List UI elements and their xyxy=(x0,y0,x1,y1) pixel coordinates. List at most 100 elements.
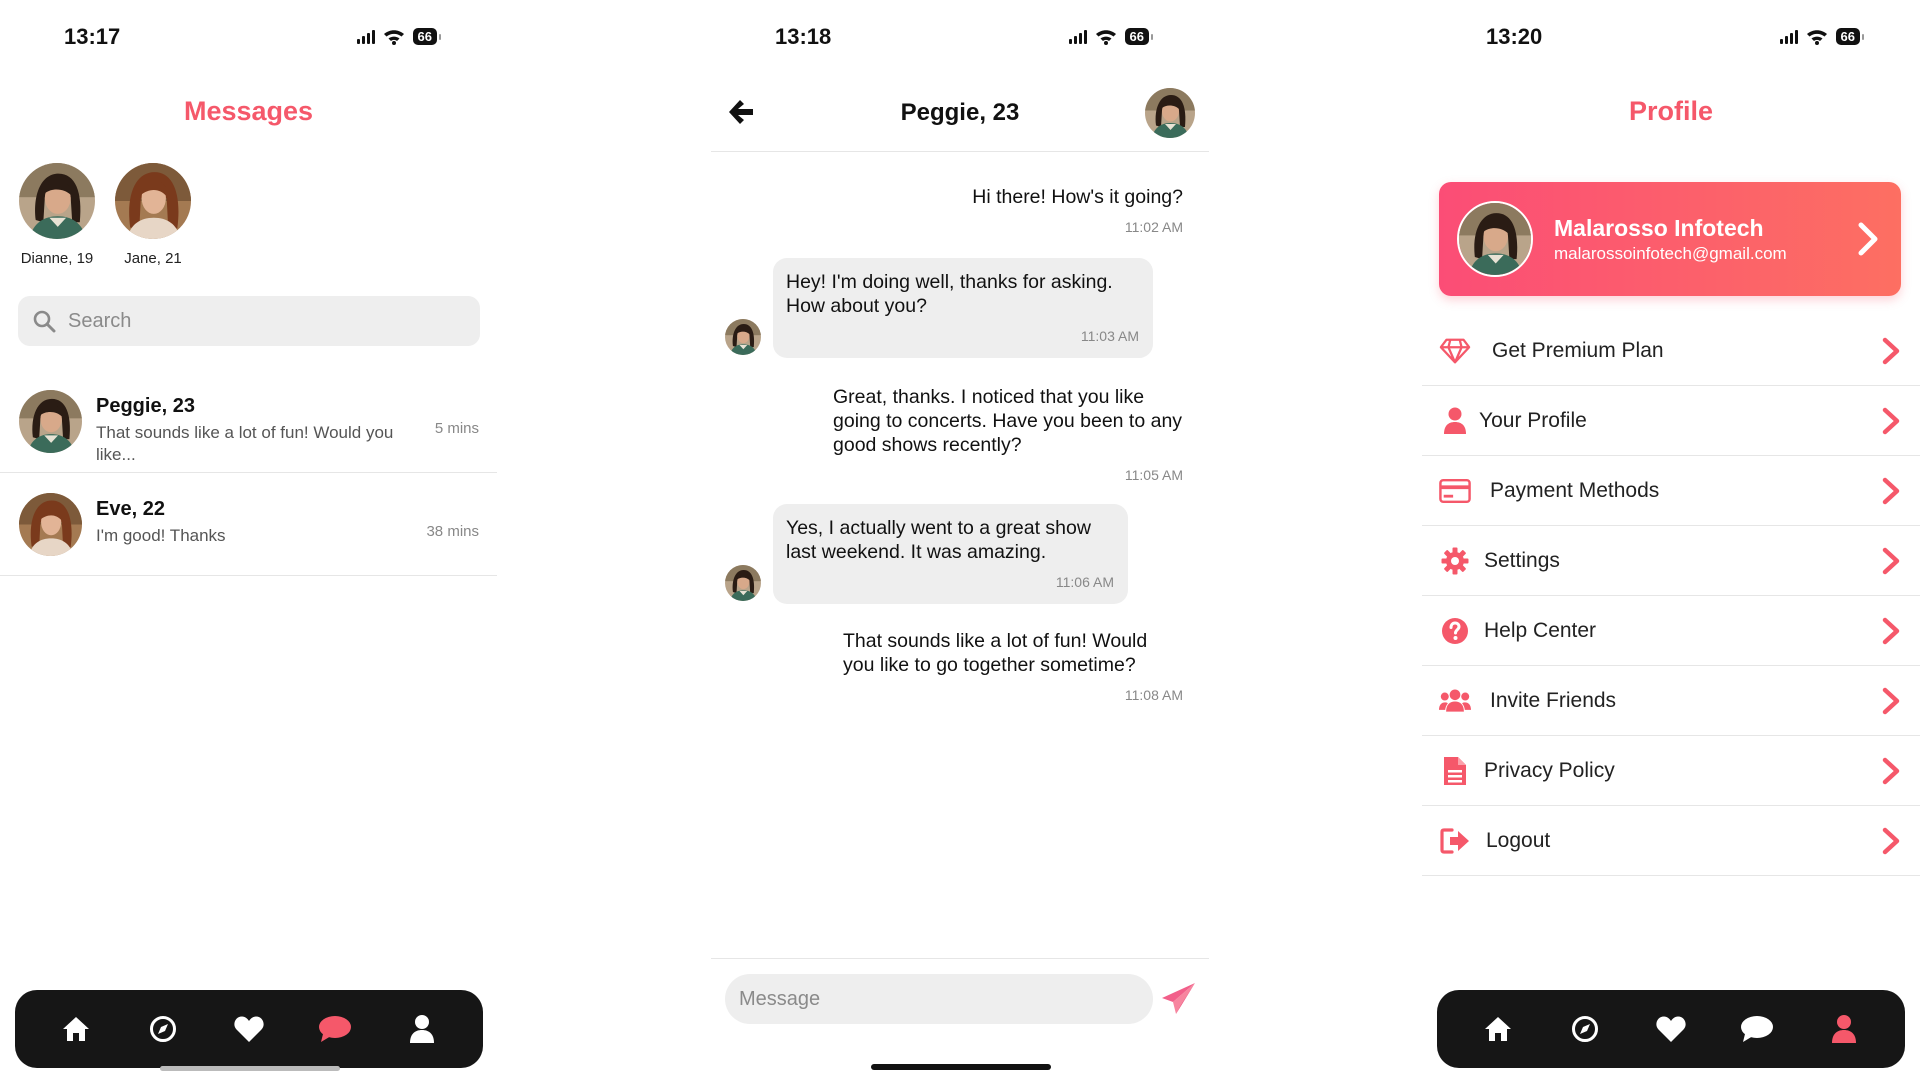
tab-explore[interactable] xyxy=(141,1007,185,1051)
story-name: Dianne, 19 xyxy=(20,250,94,267)
battery-indicator: 66 xyxy=(412,28,442,45)
chat-icon xyxy=(319,1016,352,1042)
chevron-right-icon xyxy=(1882,337,1900,365)
home-icon xyxy=(1485,1017,1512,1041)
menu-item-your-profile[interactable]: Your Profile xyxy=(1422,386,1920,456)
tab-bar xyxy=(15,990,483,1068)
chevron-right-icon xyxy=(1882,827,1900,855)
menu-item-premium[interactable]: Get Premium Plan xyxy=(1422,316,1920,386)
tab-chat[interactable] xyxy=(1735,1007,1779,1051)
user-icon xyxy=(409,1015,434,1043)
message-sent: Hi there! How's it going? 11:02 AM xyxy=(972,185,1183,239)
status-time: 13:17 xyxy=(64,24,121,49)
conversation-preview: I'm good! Thanks xyxy=(96,526,226,545)
menu-item-settings[interactable]: Settings xyxy=(1422,526,1920,596)
menu-item-label: Logout xyxy=(1486,829,1551,852)
tab-profile[interactable] xyxy=(400,1007,444,1051)
avatar[interactable] xyxy=(19,163,95,239)
battery-indicator: 66 xyxy=(1835,28,1865,45)
menu-item-invite-friends[interactable]: Invite Friends xyxy=(1422,666,1920,736)
message-time: 11:02 AM xyxy=(1124,219,1183,235)
tab-likes[interactable] xyxy=(1649,1007,1693,1051)
home-icon xyxy=(63,1017,90,1041)
menu-item-payment-methods[interactable]: Payment Methods xyxy=(1422,456,1920,526)
logout-icon xyxy=(1440,828,1469,854)
conversation-time: 5 mins xyxy=(434,420,479,437)
menu-item-label: Settings xyxy=(1484,549,1560,572)
conversation-name: Eve, 22 xyxy=(96,498,165,520)
chat-header: Peggie, 23 xyxy=(711,0,1209,152)
chevron-right-icon xyxy=(1882,617,1900,645)
tab-home[interactable] xyxy=(54,1007,98,1051)
avatar xyxy=(19,493,82,556)
story-item[interactable]: Dianne, 19 xyxy=(18,163,96,267)
question-circle-icon xyxy=(1442,618,1468,644)
stories-row: Dianne, 19 Jane, 21 xyxy=(18,163,192,267)
page-title: Profile xyxy=(1628,96,1714,126)
heart-icon xyxy=(1656,1016,1686,1042)
message-received: Yes, I actually went to a great show las… xyxy=(773,504,1128,604)
users-icon xyxy=(1439,689,1471,712)
document-icon xyxy=(1444,757,1466,785)
home-indicator xyxy=(871,1064,1051,1070)
profile-screen: 13:20 66 Profile Malarosso Infotech mala… xyxy=(1422,0,1920,1080)
chevron-right-icon xyxy=(1882,757,1900,785)
conversation-item[interactable]: Peggie, 23 That sounds like a lot of fun… xyxy=(0,370,497,473)
search-input[interactable] xyxy=(68,309,448,333)
message-time: 11:08 AM xyxy=(1124,687,1183,703)
tab-home[interactable] xyxy=(1476,1007,1520,1051)
message-input[interactable] xyxy=(725,974,1153,1024)
tab-likes[interactable] xyxy=(227,1007,271,1051)
menu-item-label: Your Profile xyxy=(1479,409,1587,432)
user-icon xyxy=(1444,407,1466,434)
status-bar: 13:20 66 xyxy=(1422,22,1920,52)
status-time: 13:20 xyxy=(1486,24,1543,49)
conversation-preview: That sounds like a lot of fun! Would you… xyxy=(96,423,394,464)
signal-icon xyxy=(1779,29,1798,44)
menu-item-label: Help Center xyxy=(1484,619,1597,642)
user-icon xyxy=(1831,1015,1856,1043)
wifi-icon xyxy=(1806,29,1827,45)
search-icon xyxy=(33,310,56,333)
avatar xyxy=(725,565,761,601)
avatar[interactable] xyxy=(115,163,191,239)
profile-name: Malarosso Infotech xyxy=(1554,215,1764,241)
tab-chat[interactable] xyxy=(313,1007,357,1051)
story-item[interactable]: Jane, 21 xyxy=(114,163,192,267)
avatar[interactable] xyxy=(1145,88,1195,138)
menu-item-label: Privacy Policy xyxy=(1484,759,1615,782)
compass-icon xyxy=(149,1016,176,1042)
status-bar: 13:17 66 xyxy=(0,22,497,52)
chevron-right-icon xyxy=(1858,222,1878,256)
menu-item-logout[interactable]: Logout xyxy=(1422,806,1920,876)
message-text: Hey! I'm doing well, thanks for asking. … xyxy=(786,271,1113,317)
send-icon[interactable] xyxy=(1159,979,1199,1019)
avatar xyxy=(19,390,82,453)
profile-menu: Get Premium Plan Your Profile Payment Me… xyxy=(1422,316,1920,876)
chevron-right-icon xyxy=(1882,687,1900,715)
chat-title: Peggie, 23 xyxy=(900,99,1020,126)
tab-explore[interactable] xyxy=(1563,1007,1607,1051)
tab-profile[interactable] xyxy=(1822,1007,1866,1051)
message-time: 11:05 AM xyxy=(1124,467,1183,483)
message-text: Yes, I actually went to a great show las… xyxy=(786,517,1091,563)
menu-item-label: Payment Methods xyxy=(1490,479,1660,502)
credit-card-icon xyxy=(1439,478,1471,504)
message-text: Hi there! How's it going? xyxy=(972,186,1183,208)
menu-item-privacy-policy[interactable]: Privacy Policy xyxy=(1422,736,1920,806)
diamond-icon xyxy=(1439,338,1471,364)
message-time: 11:06 AM xyxy=(1055,574,1114,590)
conversation-name: Peggie, 23 xyxy=(96,395,195,417)
gear-icon xyxy=(1441,547,1469,575)
story-name: Jane, 21 xyxy=(124,250,182,267)
page-title: Messages xyxy=(183,96,314,126)
menu-item-label: Get Premium Plan xyxy=(1492,339,1664,362)
menu-item-label: Invite Friends xyxy=(1490,689,1617,712)
profile-card[interactable]: Malarosso Infotech malarossoinfotech@gma… xyxy=(1439,182,1901,296)
conversation-item[interactable]: Eve, 22 I'm good! Thanks 38 mins xyxy=(0,473,497,576)
search-bar[interactable] xyxy=(18,296,480,346)
chevron-right-icon xyxy=(1882,407,1900,435)
chevron-right-icon xyxy=(1882,547,1900,575)
menu-item-help-center[interactable]: Help Center xyxy=(1422,596,1920,666)
message-sent: Great, thanks. I noticed that you like g… xyxy=(833,385,1183,487)
